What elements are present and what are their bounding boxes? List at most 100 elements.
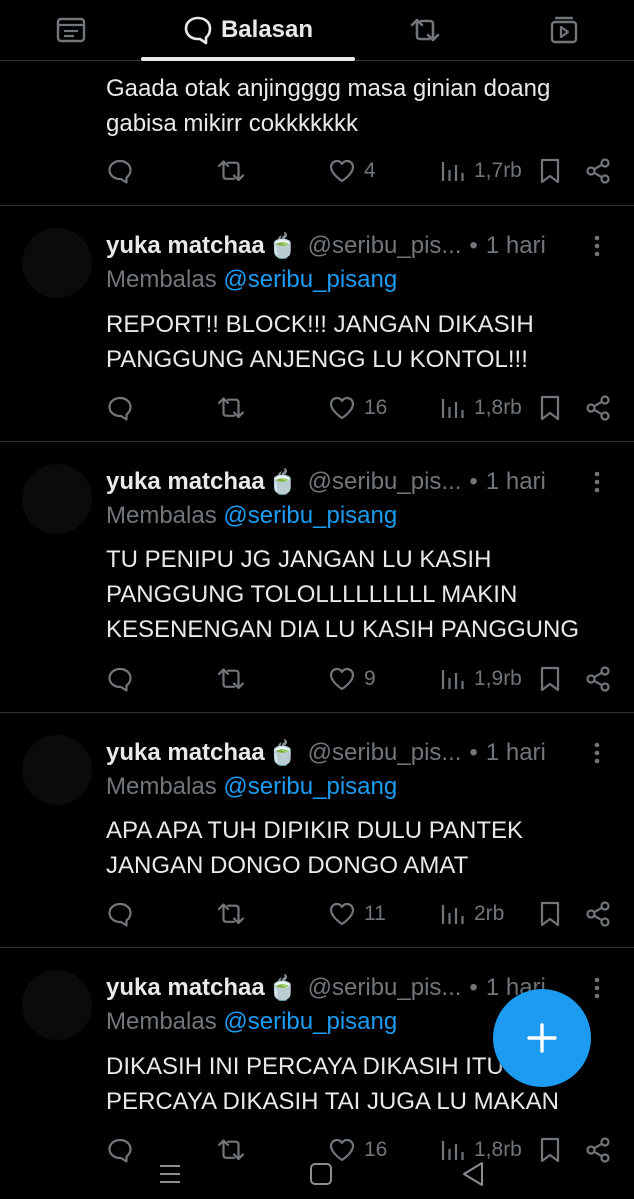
separator-dot: • [469,468,478,495]
like-button[interactable]: 9 [328,663,376,695]
tweet-header: yuka matchaa 🍵 @seribu_pis... • 1 hari [106,226,546,266]
tweet-header: yuka matchaa 🍵 @seribu_pis... • 1 hari [106,733,546,773]
avatar[interactable] [22,228,92,298]
author-emoji: 🍵 [267,468,298,496]
author-name[interactable]: yuka matchaa [106,232,265,260]
more-options-button[interactable] [582,467,612,497]
tweet-time[interactable]: 1 hari [486,468,546,496]
replying-to: Membalas @seribu_pisang [106,773,397,801]
bookmark-icon [538,665,570,693]
reply-icon [106,900,142,928]
avatar[interactable] [22,735,92,805]
tweet-actions: 11 2rb [106,898,616,930]
reply-icon [106,394,142,422]
tweet-text: Gaada otak anjingggg masa ginian doang g… [106,75,551,137]
separator-dot: • [469,974,478,1001]
replying-prefix: Membalas [106,1008,217,1035]
more-vertical-icon [582,231,612,261]
replying-to: Membalas @seribu_pisang [106,266,397,294]
view-count: 1,8rb [474,396,522,419]
reply-tweet[interactable]: yuka matchaa 🍵 @seribu_pis... • 1 hari M… [0,713,634,948]
reply-button[interactable] [106,898,142,930]
view-count: 1,9rb [474,667,522,690]
back-icon[interactable] [460,1158,486,1188]
like-button[interactable]: 11 [328,898,386,930]
heart-icon [328,901,364,927]
profile-tab-bar: Balasan [0,0,634,61]
bookmark-button[interactable] [538,663,570,695]
share-icon [584,900,620,928]
bookmark-button[interactable] [538,898,570,930]
compose-button[interactable] [493,989,591,1087]
views-button[interactable]: 1,8rb [440,392,522,424]
repost-button[interactable] [216,392,254,424]
tweet-text: REPORT!! BLOCK!!! JANGAN DIKASIH PANGGUN… [106,311,534,373]
bookmark-button[interactable] [538,392,570,424]
author-handle[interactable]: @seribu_pis... [308,739,462,767]
reply-bubble-icon [183,15,213,45]
views-chart-icon [440,158,474,184]
author-name[interactable]: yuka matchaa [106,974,265,1002]
repost-icon [216,901,254,927]
like-button[interactable]: 16 [328,392,387,424]
reply-tweet[interactable]: Gaada otak anjingggg masa ginian doang g… [0,61,634,206]
view-count: 1,7rb [474,159,522,182]
views-button[interactable]: 1,7rb [440,155,522,187]
repost-icon [216,395,254,421]
repost-icon [216,666,254,692]
replying-mention[interactable]: @seribu_pisang [223,502,397,529]
replying-prefix: Membalas [106,266,217,293]
author-emoji: 🍵 [267,739,298,767]
more-vertical-icon [582,738,612,768]
share-button[interactable] [584,663,620,695]
share-button[interactable] [584,392,620,424]
repost-button[interactable] [216,155,254,187]
share-button[interactable] [584,898,620,930]
replying-mention[interactable]: @seribu_pisang [223,1008,397,1035]
more-options-button[interactable] [582,738,612,768]
author-handle[interactable]: @seribu_pis... [308,974,462,1002]
reply-button[interactable] [106,392,142,424]
author-name[interactable]: yuka matchaa [106,468,265,496]
home-icon[interactable] [308,1158,334,1188]
more-vertical-icon [582,467,612,497]
tab-reposts[interactable] [395,0,455,60]
repost-button[interactable] [216,898,254,930]
replying-mention[interactable]: @seribu_pisang [223,773,397,800]
more-options-button[interactable] [582,231,612,261]
reply-tweet[interactable]: yuka matchaa 🍵 @seribu_pis... • 1 hari M… [0,206,634,442]
tweet-header: yuka matchaa 🍵 @seribu_pis... • 1 hari [106,968,546,1008]
separator-dot: • [469,739,478,766]
tab-posts[interactable] [40,0,102,60]
reply-tweet[interactable]: yuka matchaa 🍵 @seribu_pis... • 1 hari M… [0,442,634,713]
author-handle[interactable]: @seribu_pis... [308,232,462,260]
tab-replies[interactable]: Balasan [141,0,355,60]
views-button[interactable]: 1,9rb [440,663,522,695]
reply-icon [106,157,142,185]
tab-replies-label: Balasan [220,16,314,43]
views-button[interactable]: 2rb [440,898,504,930]
recent-apps-icon[interactable] [157,1158,183,1188]
avatar[interactable] [22,464,92,534]
views-chart-icon [440,395,474,421]
author-name[interactable]: yuka matchaa [106,739,265,767]
more-vertical-icon [582,973,612,1003]
bookmark-button[interactable] [538,155,570,187]
share-icon [584,157,620,185]
reply-icon [106,665,142,693]
tweet-time[interactable]: 1 hari [486,232,546,260]
tweet-text: APA APA TUH DIPIKIR DULU PANTEK JANGAN D… [106,817,524,879]
avatar[interactable] [22,970,92,1040]
tweet-time[interactable]: 1 hari [486,739,546,767]
author-emoji: 🍵 [267,974,298,1002]
more-options-button[interactable] [582,973,612,1003]
share-button[interactable] [584,155,620,187]
author-handle[interactable]: @seribu_pis... [308,468,462,496]
reply-button[interactable] [106,663,142,695]
reply-button[interactable] [106,155,142,187]
like-button[interactable]: 4 [328,155,376,187]
tab-media[interactable] [534,0,594,60]
replying-mention[interactable]: @seribu_pisang [223,266,397,293]
repost-button[interactable] [216,663,254,695]
bookmark-icon [538,900,570,928]
